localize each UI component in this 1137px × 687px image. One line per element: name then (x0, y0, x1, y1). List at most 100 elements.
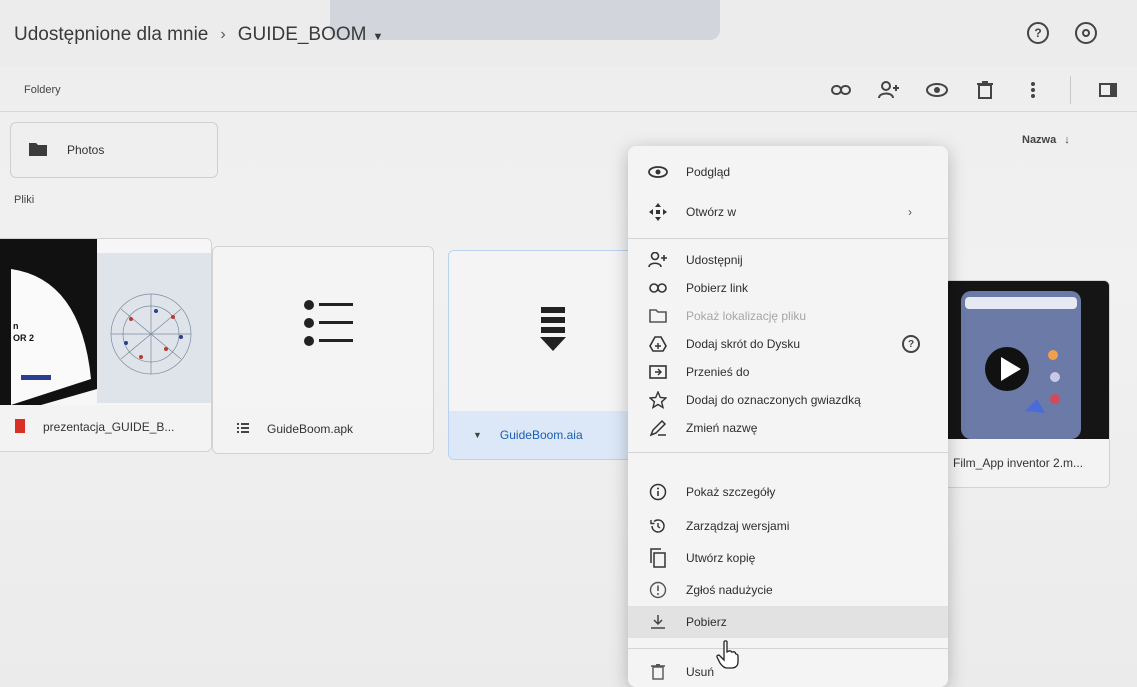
file-card[interactable]: Film_App inventor 2.m... (944, 280, 1110, 488)
folder-icon (29, 142, 47, 159)
menu-item-label: Dodaj skrót do Dysku (686, 337, 801, 351)
menu-item-label: Pobierz (686, 615, 727, 629)
chevron-right-icon: › (220, 26, 226, 43)
file-card[interactable]: GuideBoom.apk (212, 246, 434, 454)
menu-item-share[interactable]: Udostępnij (628, 246, 948, 274)
toolbar-divider (1070, 76, 1071, 104)
sort-control[interactable]: Nazwa ↓ (1022, 134, 1070, 146)
arrow-down-icon: ↓ (1064, 134, 1070, 146)
menu-item-label: Pokaż szczegóły (686, 485, 776, 499)
menu-item-download[interactable]: Pobierz (628, 606, 948, 638)
help-icon[interactable]: ? (1027, 22, 1049, 44)
file-card-selected[interactable]: ▼ GuideBoom.aia (448, 250, 638, 460)
header: Udostępnione dla mnie › GUIDE_BOOM ▼ ? (0, 0, 1137, 66)
move-to-icon (648, 362, 668, 382)
download-file-icon (540, 307, 566, 351)
drive-screen: Udostępnione dla mnie › GUIDE_BOOM ▼ ? Fo… (0, 0, 1137, 687)
folder-card[interactable]: Photos (10, 122, 218, 178)
download-icon (648, 612, 668, 632)
menu-item-label: Dodaj do oznaczonych gwiazdką (686, 393, 861, 407)
blurred-top-bar (330, 0, 720, 40)
menu-item-label: Udostępnij (686, 253, 743, 267)
menu-item-label: Zarządzaj wersjami (686, 519, 790, 533)
breadcrumb-root[interactable]: Udostępnione dla mnie (14, 24, 208, 46)
list-file-icon (237, 422, 249, 436)
trash-icon (648, 662, 668, 682)
help-icon[interactable]: ? (902, 335, 920, 353)
move-icon (648, 202, 668, 222)
drive-shortcut-icon (648, 334, 668, 354)
thumb-text: OR 2 (13, 333, 35, 343)
toolbar-row: Foldery (0, 66, 1137, 112)
menu-item-rename[interactable]: Zmień nazwę (628, 414, 948, 442)
context-menu: Podgląd Otwórz w › Udostępnij Pobierz li… (628, 146, 948, 687)
download-file-icon: ▼ (473, 430, 482, 440)
menu-item-label: Pokaż lokalizację pliku (686, 309, 807, 323)
more-vert-icon[interactable] (1022, 79, 1044, 101)
folder-name: Photos (67, 143, 105, 157)
menu-item-label: Przenieś do (686, 365, 750, 379)
list-file-icon (304, 300, 353, 346)
breadcrumb: Udostępnione dla mnie › GUIDE_BOOM ▼ (14, 24, 383, 46)
file-name: GuideBoom.apk (267, 422, 354, 436)
menu-item-label: Podgląd (686, 165, 731, 179)
menu-item-preview[interactable]: Podgląd (628, 158, 948, 186)
menu-item-get-link[interactable]: Pobierz link (628, 274, 948, 302)
menu-divider (628, 452, 948, 453)
file-name: GuideBoom.aia (499, 428, 583, 442)
file-thumbnail (449, 251, 637, 411)
settings-icon[interactable] (1075, 22, 1097, 44)
menu-item-add-star[interactable]: Dodaj do oznaczonych gwiazdką (628, 386, 948, 414)
file-thumbnail (213, 247, 433, 407)
breadcrumb-current[interactable]: GUIDE_BOOM ▼ (238, 24, 384, 46)
menu-item-manage-versions[interactable]: Zarządzaj wersjami (628, 512, 948, 540)
menu-item-details[interactable]: Pokaż szczegóły (628, 478, 948, 506)
menu-item-label: Utwórz kopię (686, 551, 756, 565)
menu-item-move-to[interactable]: Przenieś do (628, 358, 948, 386)
file-name: Film_App inventor 2.m... (953, 456, 1084, 470)
copy-icon (648, 548, 668, 568)
trash-icon[interactable] (974, 79, 996, 101)
link-icon (648, 278, 668, 298)
menu-item-remove[interactable]: Usuń (628, 658, 948, 686)
menu-divider (628, 648, 948, 649)
menu-item-open-with[interactable]: Otwórz w › (628, 198, 948, 226)
file-toolbar (830, 76, 1119, 104)
pencil-icon (648, 418, 668, 438)
folder-outline-icon (648, 306, 668, 326)
menu-item-report-abuse[interactable]: Zgłoś nadużycie (628, 576, 948, 604)
file-name-row: GuideBoom.apk (213, 405, 433, 453)
file-name-row: Film_App inventor 2.m... (945, 439, 1109, 487)
file-thumbnail: n OR 2 (0, 239, 211, 405)
menu-item-label: Zmień nazwę (686, 421, 758, 435)
link-icon[interactable] (830, 79, 852, 101)
menu-item-label: Otwórz w (686, 205, 737, 219)
thumb-text: n (13, 321, 19, 331)
file-name-row: prezentacja_GUIDE_B... (0, 403, 211, 451)
menu-item-label: Zgłoś nadużycie (686, 583, 773, 597)
eye-icon (648, 162, 668, 182)
eye-icon[interactable] (926, 79, 948, 101)
report-icon (648, 580, 668, 600)
hand-cursor-icon (716, 640, 740, 675)
add-person-icon[interactable] (878, 79, 900, 101)
top-right-icons: ? (1027, 22, 1097, 44)
history-icon (648, 516, 668, 536)
menu-item-make-copy[interactable]: Utwórz kopię (628, 544, 948, 572)
menu-item-add-shortcut[interactable]: Dodaj skrót do Dysku ? (628, 330, 948, 358)
file-card[interactable]: n OR 2 prezentacja_GUIDE_B... (0, 238, 212, 452)
file-name-row: ▼ GuideBoom.aia (449, 411, 637, 459)
add-person-icon (648, 250, 668, 270)
star-icon (648, 390, 668, 410)
menu-item-label: Pobierz link (686, 281, 749, 295)
sort-label: Nazwa (1022, 134, 1057, 146)
video-icon (945, 281, 1109, 439)
file-thumbnail (945, 281, 1109, 439)
details-panel-icon[interactable] (1097, 79, 1119, 101)
pdf-icon (15, 418, 25, 436)
menu-item-label: Usuń (686, 665, 715, 679)
chevron-right-icon: › (908, 205, 912, 219)
caret-down-icon: ▼ (372, 31, 384, 43)
menu-item-show-location: Pokaż lokalizację pliku (628, 302, 948, 330)
breadcrumb-current-label: GUIDE_BOOM (237, 24, 367, 45)
